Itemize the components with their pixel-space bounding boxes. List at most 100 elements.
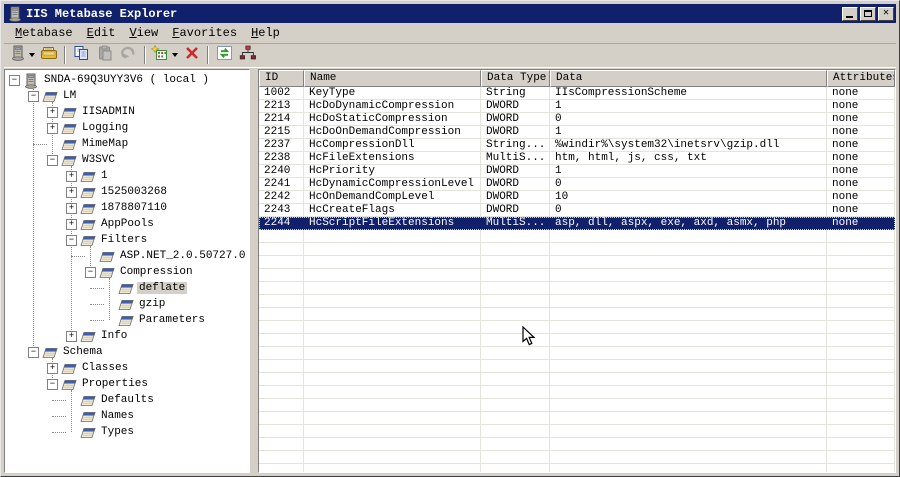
tree-node-classes[interactable]: + Classes: [5, 360, 249, 376]
tree-node-label[interactable]: Names: [99, 410, 136, 422]
tree-node-label[interactable]: W3SVC: [80, 154, 117, 166]
tree-node-apppools[interactable]: + AppPools: [5, 216, 249, 232]
tree-node-label[interactable]: Parameters: [137, 314, 207, 326]
tree-node-asp-net-2-0-50727-0[interactable]: ASP.NET_2.0.50727.0: [5, 248, 249, 264]
menu-item-edit[interactable]: Edit: [80, 24, 123, 42]
cell-type: DWORD: [481, 100, 550, 113]
tree-expand-icon[interactable]: +: [66, 218, 77, 230]
close-button[interactable]: ✕: [878, 6, 894, 21]
tree-expander-spacer: [104, 283, 115, 294]
column-header-attributes[interactable]: Attributes: [827, 70, 895, 87]
tree-node-w3svc[interactable]: − W3SVC: [5, 152, 249, 168]
column-header-data[interactable]: Data: [550, 70, 827, 87]
tree-node-label[interactable]: 1525003268: [99, 186, 169, 198]
tree-node-gzip[interactable]: gzip: [5, 296, 249, 312]
tree-node-label[interactable]: Compression: [118, 266, 195, 278]
tree-expand-icon[interactable]: +: [66, 186, 77, 198]
dropdown-arrow-icon[interactable]: [29, 53, 35, 57]
menu-item-view[interactable]: View: [122, 24, 165, 42]
tree-node-logging[interactable]: + Logging: [5, 120, 249, 136]
delete-button[interactable]: [180, 44, 204, 66]
tree-node-label[interactable]: Classes: [80, 362, 130, 374]
table-row-2244[interactable]: 2244 HcScriptFileExtensions MultiS... asp, …: [259, 217, 895, 230]
minimize-button[interactable]: [842, 6, 858, 21]
tree-collapse-icon[interactable]: −: [9, 74, 20, 86]
tree-node-label[interactable]: SNDA-69Q3UYY3V6 ( local ): [42, 74, 211, 86]
table-row-2214[interactable]: 2214 HcDoStaticCompression DWORD 0 none: [259, 113, 895, 126]
maximize-button[interactable]: [860, 6, 876, 21]
tree-node-schema[interactable]: − Schema: [5, 344, 249, 360]
table-row-2237[interactable]: 2237 HcCompressionDll String... %windir%\sy…: [259, 139, 895, 152]
table-row-1002[interactable]: 1002 KeyType String IIsCompressionScheme non…: [259, 87, 895, 100]
table-row-2243[interactable]: 2243 HcCreateFlags DWORD 0 none: [259, 204, 895, 217]
column-header-id[interactable]: ID: [259, 70, 304, 87]
tree-node-label[interactable]: ASP.NET_2.0.50727.0: [118, 250, 247, 262]
tree-connector: [52, 432, 66, 433]
menu-item-favorites[interactable]: Favorites: [165, 24, 244, 42]
open-button[interactable]: [37, 44, 61, 66]
table-row-2215[interactable]: 2215 HcDoOnDemandCompression DWORD 1 none: [259, 126, 895, 139]
tree-node-label[interactable]: Info: [99, 330, 129, 342]
tree-collapse-icon[interactable]: −: [28, 346, 39, 358]
tree-expand-icon[interactable]: +: [66, 170, 77, 182]
tree-node-label[interactable]: Properties: [80, 378, 150, 390]
tree-node-1878807110[interactable]: +1878807110: [5, 200, 249, 216]
tree-expand-icon[interactable]: +: [66, 202, 77, 214]
tree-node-mimemap[interactable]: MimeMap: [5, 136, 249, 152]
tree-node-lm[interactable]: − LM: [5, 88, 249, 104]
tree-node-label[interactable]: IISADMIN: [80, 106, 137, 118]
tree-node-label[interactable]: Filters: [99, 234, 149, 246]
column-header-name[interactable]: Name: [304, 70, 481, 87]
tree-node-label[interactable]: Logging: [80, 122, 130, 134]
tree-collapse-icon[interactable]: −: [47, 378, 58, 390]
tree-node-info[interactable]: + Info: [5, 328, 249, 344]
tree-node-label[interactable]: Types: [99, 426, 136, 438]
tree-node-types[interactable]: Types: [5, 424, 249, 440]
tree-node-parameters[interactable]: Parameters: [5, 312, 249, 328]
table-row-2213[interactable]: 2213 HcDoDynamicCompression DWORD 1 none: [259, 100, 895, 113]
tree-collapse-icon[interactable]: −: [28, 90, 39, 102]
tree-node-label[interactable]: AppPools: [99, 218, 156, 230]
tree-node-label[interactable]: gzip: [137, 298, 167, 310]
tree-node-label[interactable]: Defaults: [99, 394, 156, 406]
tree-node-label[interactable]: MimeMap: [80, 138, 130, 150]
tree-node-label[interactable]: 1: [99, 170, 110, 182]
tree-node-deflate[interactable]: deflate: [5, 280, 249, 296]
new-key-button[interactable]: [149, 44, 180, 66]
tree-node-1525003268[interactable]: +1525003268: [5, 184, 249, 200]
tree-expand-icon[interactable]: +: [66, 330, 77, 342]
menu-item-metabase[interactable]: Metabase: [8, 24, 80, 42]
tree-expand-icon[interactable]: +: [47, 122, 58, 134]
table-row-2238[interactable]: 2238 HcFileExtensions MultiS... htm, html, …: [259, 152, 895, 165]
table-row-2242[interactable]: 2242 HcOnDemandCompLevel DWORD 10 none: [259, 191, 895, 204]
column-header-type[interactable]: Data Type: [481, 70, 550, 87]
tree-node-filters[interactable]: − Filters: [5, 232, 249, 248]
tree-node-label[interactable]: Schema: [61, 346, 105, 358]
tree-collapse-icon[interactable]: −: [66, 234, 77, 246]
tree-node-1[interactable]: +1: [5, 168, 249, 184]
refresh-button[interactable]: [212, 44, 236, 66]
copy-button[interactable]: [69, 44, 93, 66]
tree-node-iisadmin[interactable]: + IISADMIN: [5, 104, 249, 120]
panel-splitter[interactable]: [250, 69, 258, 473]
tree-node-label[interactable]: LM: [61, 90, 78, 102]
menu-item-help[interactable]: Help: [244, 24, 287, 42]
tree-node-names[interactable]: Names: [5, 408, 249, 424]
connect-server-button[interactable]: [7, 44, 37, 66]
tree-collapse-icon[interactable]: −: [47, 154, 58, 166]
tree-node-snda-69q3uyy3v6-local-[interactable]: − SNDA-69Q3UYY3V6 ( local ): [5, 72, 249, 89]
tree-collapse-icon[interactable]: −: [85, 266, 96, 278]
metabase-key-icon: [117, 313, 134, 327]
tree-expand-icon[interactable]: +: [47, 362, 58, 374]
table-row-2240[interactable]: 2240 HcPriority DWORD 1 none: [259, 165, 895, 178]
dropdown-arrow-icon[interactable]: [172, 53, 178, 57]
table-row-2241[interactable]: 2241 HcDynamicCompressionLevel DWORD 0 none: [259, 178, 895, 191]
tree-node-properties[interactable]: − Properties: [5, 376, 249, 392]
tree-node-label[interactable]: 1878807110: [99, 202, 169, 214]
tree-node-label[interactable]: deflate: [137, 282, 188, 294]
tree-node-compression[interactable]: − Compression: [5, 264, 249, 280]
tree-expand-icon[interactable]: +: [47, 106, 58, 118]
metabase-key-icon: [60, 377, 77, 391]
tree-node-defaults[interactable]: Defaults: [5, 392, 249, 408]
tree-view-button[interactable]: [236, 44, 260, 66]
